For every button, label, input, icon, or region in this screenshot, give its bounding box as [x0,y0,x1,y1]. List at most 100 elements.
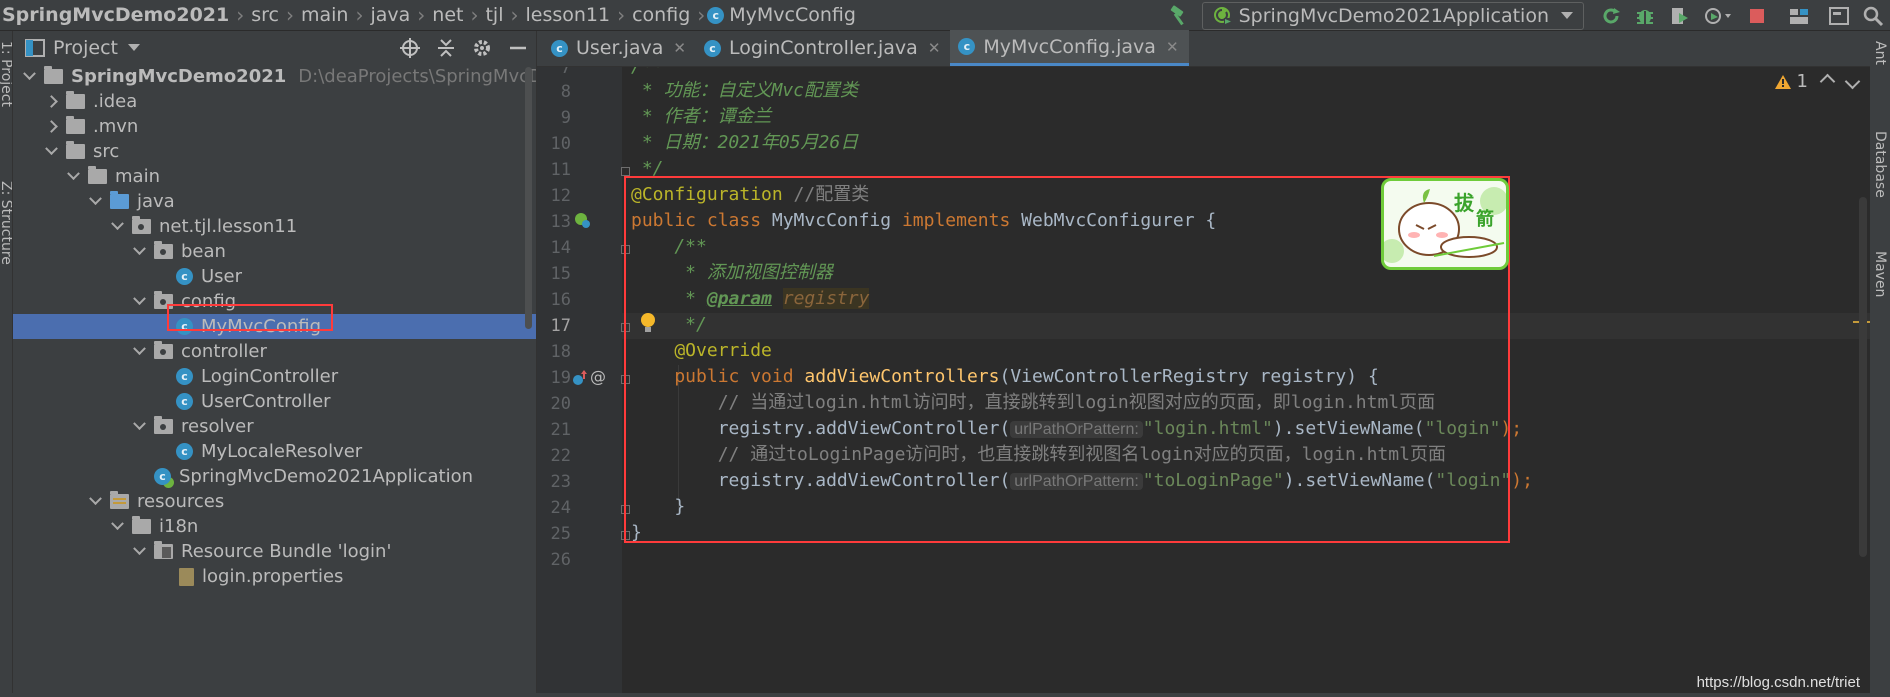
tree-item-main[interactable]: main [13,164,536,189]
tree-item-user[interactable]: c User [13,264,536,289]
code-editor[interactable]: 7 8 9 10 11 12 13 14 15 16 17 18 19 20 2… [537,67,1870,697]
project-panel-title[interactable]: Project [53,37,118,59]
tree-item-java[interactable]: java [13,189,536,214]
tree-item-idea[interactable]: .idea [13,89,536,114]
class-file-icon: c [176,393,193,410]
structure-tool-tab[interactable]: Z: Structure [0,181,12,265]
breadcrumb-lesson11[interactable]: lesson11 [521,0,616,30]
chevron-down-icon[interactable] [133,242,146,256]
tree-item-usercontroller[interactable]: c UserController [13,389,536,414]
tree-item-label: LoginController [201,366,339,387]
tree-item-i18n[interactable]: i18n [13,514,536,539]
chevron-down-icon[interactable] [89,492,102,506]
chevron-right-icon[interactable] [45,95,58,108]
terminal-layout-button[interactable] [1822,0,1856,31]
run-toolbar: SpringMvcDemo2021Application [1162,0,1890,31]
rerun-button[interactable] [1594,0,1628,31]
tree-item-bean[interactable]: bean [13,239,536,264]
maven-tool-tab[interactable]: Maven [1872,251,1888,297]
tree-item-resources[interactable]: resources [13,489,536,514]
breadcrumb-project[interactable]: SpringMvcDemo2021 [0,0,234,30]
tree-item-module[interactable]: SpringMvcDemo2021 D:\deaProjects\SpringM… [13,64,536,89]
code-token: * 功能：自定义Mvc配置类 [631,80,859,101]
chevron-down-icon[interactable] [133,292,146,306]
chevron-down-icon[interactable] [111,217,124,231]
chevron-right-icon[interactable] [45,120,58,133]
resource-bundle-icon [154,541,173,559]
hide-panel-button[interactable] [500,31,536,64]
tree-item-logincontroller[interactable]: c LoginController [13,364,536,389]
line-number: 15 [550,264,571,284]
chevron-down-icon[interactable] [133,342,146,356]
stop-button[interactable] [1740,0,1774,31]
breadcrumb-src[interactable]: src [246,0,284,30]
chevron-up-icon[interactable] [1819,73,1836,90]
tree-item-resource-bundle[interactable]: Resource Bundle 'login' [13,539,536,564]
close-icon[interactable]: ✕ [1166,38,1179,56]
tree-item-controller[interactable]: controller [13,339,536,364]
database-tool-tab[interactable]: Database [1872,131,1888,198]
override-method-icon[interactable] [572,369,588,387]
tree-item-mylocaleresolver[interactable]: c MyLocaleResolver [13,439,536,464]
chevron-down-icon[interactable] [23,67,36,81]
breadcrumb-config[interactable]: config [627,0,695,30]
line-number: 10 [550,134,571,154]
editor-scrollbar[interactable] [1859,197,1867,557]
profiler-icon [1705,7,1731,24]
tree-scrollbar[interactable] [525,67,532,329]
ant-tool-tab[interactable]: Ant [1872,41,1888,65]
tree-item-src[interactable]: src [13,139,536,164]
locate-button[interactable] [392,31,428,64]
code-line-9: * 作者：谭金兰 [631,104,772,130]
inspection-widget[interactable]: 1 [1774,71,1861,92]
project-tool-tab[interactable]: 1: Project [0,41,12,107]
breadcrumb-label: tjl [485,4,504,26]
project-structure-button[interactable] [1782,0,1816,31]
tab-label: MyMvcConfig.java [983,35,1156,58]
project-view-icon [25,38,45,57]
tab-mymvcconfig-java[interactable]: c MyMvcConfig.java ✕ [950,30,1189,66]
breadcrumb-net[interactable]: net [427,0,468,30]
profiler-button[interactable] [1696,0,1740,31]
breadcrumb-java[interactable]: java [365,0,415,30]
breadcrumb-main[interactable]: main [296,0,353,30]
chevron-down-icon[interactable] [67,167,80,181]
tree-item-mvn[interactable]: .mvn [13,114,536,139]
fold-marker[interactable] [621,167,630,176]
tree-item-application[interactable]: c SpringMvcDemo2021Application [13,464,536,489]
build-button[interactable] [1162,0,1196,31]
settings-button[interactable] [464,31,500,64]
collapse-all-button[interactable] [428,31,464,64]
folder-icon [88,166,107,184]
tree-item-package[interactable]: net.tjl.lesson11 [13,214,536,239]
minimize-icon [510,46,526,49]
run-configuration-select[interactable]: SpringMvcDemo2021Application [1201,1,1584,30]
spring-bean-icon[interactable] [573,211,591,229]
line-number: 24 [550,498,571,518]
navigation-bar: SpringMvcDemo2021 › src › main › java › … [0,0,1890,31]
chevron-down-icon[interactable] [1844,73,1861,90]
tab-logincontroller-java[interactable]: c LoginController.java ✕ [696,30,950,66]
line-number: 8 [560,82,571,102]
line-number: 16 [550,290,571,310]
chevron-down-icon[interactable] [133,542,146,556]
chevron-down-icon[interactable] [111,517,124,531]
chevron-down-icon[interactable] [45,142,58,156]
breadcrumb-separator-icon: › [617,3,626,27]
tab-user-java[interactable]: c User.java ✕ [543,30,696,66]
breadcrumb-tjl[interactable]: tjl [480,0,508,30]
tree-item-login-properties[interactable]: login.properties [13,564,536,589]
chevron-down-icon[interactable] [128,44,141,51]
chevron-down-icon[interactable] [89,192,102,206]
chevron-down-icon[interactable] [133,417,146,431]
close-icon[interactable]: ✕ [673,39,686,57]
close-icon[interactable]: ✕ [928,39,941,57]
breadcrumb-label: java [370,4,411,26]
coverage-button[interactable] [1662,0,1696,31]
search-everywhere-button[interactable] [1856,0,1890,31]
annotation-at-icon[interactable]: @ [590,367,606,386]
horizontal-scrollbar[interactable] [0,693,1890,697]
debug-button[interactable] [1628,0,1662,31]
tree-item-resolver[interactable]: resolver [13,414,536,439]
breadcrumb-file[interactable]: c MyMvcConfig [707,0,861,30]
